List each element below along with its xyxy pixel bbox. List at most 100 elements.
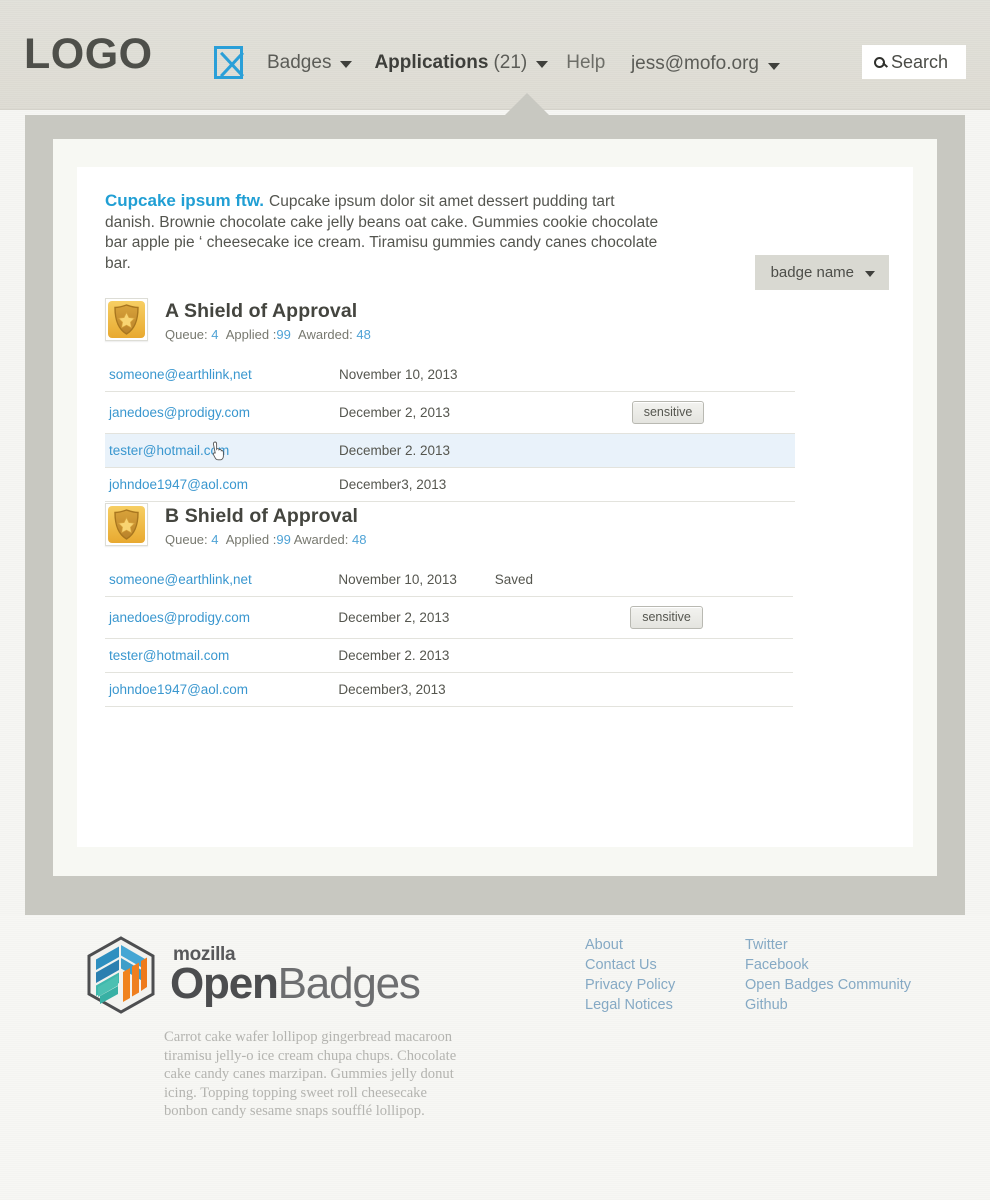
- applicant-email-link[interactable]: janedoes@prodigy.com: [109, 405, 250, 420]
- cell-status: [491, 433, 628, 468]
- content-outer-panel: Cupcake ipsum ftw. Cupcake ipsum dolor si…: [25, 93, 965, 915]
- badge-group-title: B Shield of Approval: [165, 505, 359, 527]
- table-row[interactable]: johndoe1947@aol.com December3, 2013: [105, 467, 795, 502]
- applicant-email-link[interactable]: tester@hotmail.com: [109, 443, 229, 458]
- search-icon: [874, 56, 885, 68]
- shield-badge-icon: [105, 503, 148, 546]
- footer-blurb: Carrot cake wafer lollipop gingerbread m…: [164, 1029, 457, 1119]
- table-row[interactable]: janedoes@prodigy.com December 2, 2013 sens…: [105, 596, 793, 639]
- queue-value: 4: [211, 532, 219, 547]
- table-row[interactable]: tester@hotmail.com December 2. 2013: [105, 433, 795, 468]
- openbadges-wordmark: mozilla OpenBadges: [170, 944, 421, 1008]
- badge-name-dropdown-label: badge name: [770, 264, 854, 281]
- sensitive-button[interactable]: sensitive: [630, 606, 703, 629]
- user-menu[interactable]: jess@mofo.org: [631, 53, 780, 75]
- badge-group-stats: Queue: 4 Applied :99 Awarded: 48: [165, 532, 367, 547]
- content-inner-panel: Cupcake ipsum ftw. Cupcake ipsum dolor si…: [77, 167, 913, 847]
- table-row[interactable]: someone@earthlink,net November 10, 2013: [105, 358, 795, 392]
- sensitive-button[interactable]: sensitive: [631, 401, 705, 424]
- shield-badge-icon: [105, 298, 148, 341]
- cell-date: December 2. 2013: [334, 433, 492, 468]
- applicant-email-link[interactable]: johndoe1947@aol.com: [109, 477, 248, 492]
- nav-badges-label: Badges: [267, 51, 332, 73]
- badge-group-title: A Shield of Approval: [165, 300, 358, 322]
- openbadges-label: OpenBadges: [170, 959, 421, 1008]
- table-row[interactable]: johndoe1947@aol.com December3, 2013: [105, 672, 793, 707]
- cell-email: janedoes@prodigy.com: [105, 391, 335, 434]
- applicant-email-link[interactable]: someone@earthlink,net: [109, 572, 252, 587]
- footer-link[interactable]: Twitter: [745, 935, 911, 955]
- cell-email: someone@earthlink,net: [105, 358, 335, 392]
- awarded-label: Awarded:: [293, 532, 349, 547]
- footer-link[interactable]: Github: [745, 995, 911, 1015]
- site-header: LOGO Badges Applications (21) Help jess@…: [0, 0, 990, 110]
- cell-email: someone@earthlink,net: [105, 563, 335, 597]
- nav-item-applications[interactable]: Applications (21): [374, 52, 549, 74]
- main-nav: Badges Applications (21) Help: [214, 46, 615, 79]
- openbadges-label-light: Badges: [277, 959, 421, 1008]
- cell-action: sensitive: [626, 596, 793, 639]
- footer-link[interactable]: Open Badges Community: [745, 975, 911, 995]
- footer-links-column-1: About Contact Us Privacy Policy Legal Notic…: [585, 935, 675, 1015]
- queue-value: 4: [211, 327, 219, 342]
- site-logo[interactable]: LOGO: [24, 30, 153, 79]
- awarded-value: 48: [352, 532, 367, 547]
- search-button[interactable]: Search: [862, 45, 966, 79]
- applicant-email-link[interactable]: johndoe1947@aol.com: [109, 682, 248, 697]
- cell-action: [626, 638, 793, 673]
- cell-email: tester@hotmail.com: [105, 638, 335, 673]
- badge-group-text: A Shield of Approval Queue: 4 Applied :9…: [165, 298, 371, 342]
- queue-label: Queue:: [165, 327, 208, 342]
- cell-status: [490, 638, 627, 673]
- nav-item-help[interactable]: Help: [566, 52, 605, 74]
- cell-email: tester@hotmail.com: [105, 433, 335, 468]
- cell-status: [491, 391, 628, 434]
- applicant-email-link[interactable]: janedoes@prodigy.com: [109, 610, 250, 625]
- queue-label: Queue:: [165, 532, 208, 547]
- cell-status: [490, 672, 627, 707]
- applied-label: Applied :: [225, 327, 277, 342]
- cell-status: [491, 358, 628, 392]
- cell-email: janedoes@prodigy.com: [105, 596, 335, 639]
- applied-value: 99: [276, 532, 291, 547]
- footer-link[interactable]: Facebook: [745, 955, 911, 975]
- table-row[interactable]: someone@earthlink,net November 10, 2013 Sa…: [105, 563, 793, 597]
- cell-email: johndoe1947@aol.com: [105, 467, 335, 502]
- cell-date: December3, 2013: [334, 672, 491, 707]
- nav-item-badges[interactable]: Badges: [267, 51, 353, 74]
- footer-link[interactable]: Legal Notices: [585, 995, 675, 1015]
- footer-link[interactable]: Privacy Policy: [585, 975, 675, 995]
- chevron-down-icon: [340, 61, 353, 68]
- footer-link[interactable]: Contact Us: [585, 955, 675, 975]
- badge-group: A Shield of Approval Queue: 4 Applied :9…: [105, 298, 795, 502]
- cell-date: November 10, 2013: [334, 563, 491, 597]
- cell-action: [627, 467, 795, 502]
- applications-table: someone@earthlink,net November 10, 2013 Sa…: [105, 563, 793, 707]
- cell-date: November 10, 2013: [334, 358, 492, 392]
- intro-lead: Cupcake ipsum ftw.: [105, 191, 265, 210]
- table-row[interactable]: tester@hotmail.com December 2. 2013: [105, 638, 793, 673]
- applicant-email-link[interactable]: someone@earthlink,net: [109, 367, 252, 382]
- broken-image-icon: [214, 46, 243, 79]
- openbadges-label-bold: Open: [170, 959, 279, 1008]
- cell-date: December3, 2013: [334, 467, 492, 502]
- user-email-label: jess@mofo.org: [630, 53, 759, 74]
- cell-action: [627, 358, 795, 392]
- search-label: Search: [891, 51, 949, 72]
- applied-label: Applied :: [225, 532, 277, 547]
- applicant-email-link[interactable]: tester@hotmail.com: [109, 648, 229, 663]
- cell-action: [627, 433, 795, 468]
- openbadges-hexagon-icon: [87, 936, 155, 1014]
- badge-name-dropdown[interactable]: badge name: [754, 255, 889, 290]
- badge-group-stats: Queue: 4 Applied :99 Awarded: 48: [165, 327, 371, 342]
- chevron-down-icon: [768, 62, 780, 70]
- page-root: LOGO Badges Applications (21) Help jess@…: [0, 0, 990, 1200]
- cell-date: December 2. 2013: [334, 638, 491, 673]
- cell-action: [626, 672, 793, 707]
- cell-date: December 2, 2013: [334, 596, 491, 639]
- cell-status: [490, 596, 627, 639]
- cell-email: johndoe1947@aol.com: [105, 672, 335, 707]
- openbadges-logo[interactable]: mozilla OpenBadges: [86, 936, 421, 1014]
- footer-link[interactable]: About: [585, 935, 675, 955]
- table-row[interactable]: janedoes@prodigy.com December 2, 2013 sens…: [105, 391, 795, 434]
